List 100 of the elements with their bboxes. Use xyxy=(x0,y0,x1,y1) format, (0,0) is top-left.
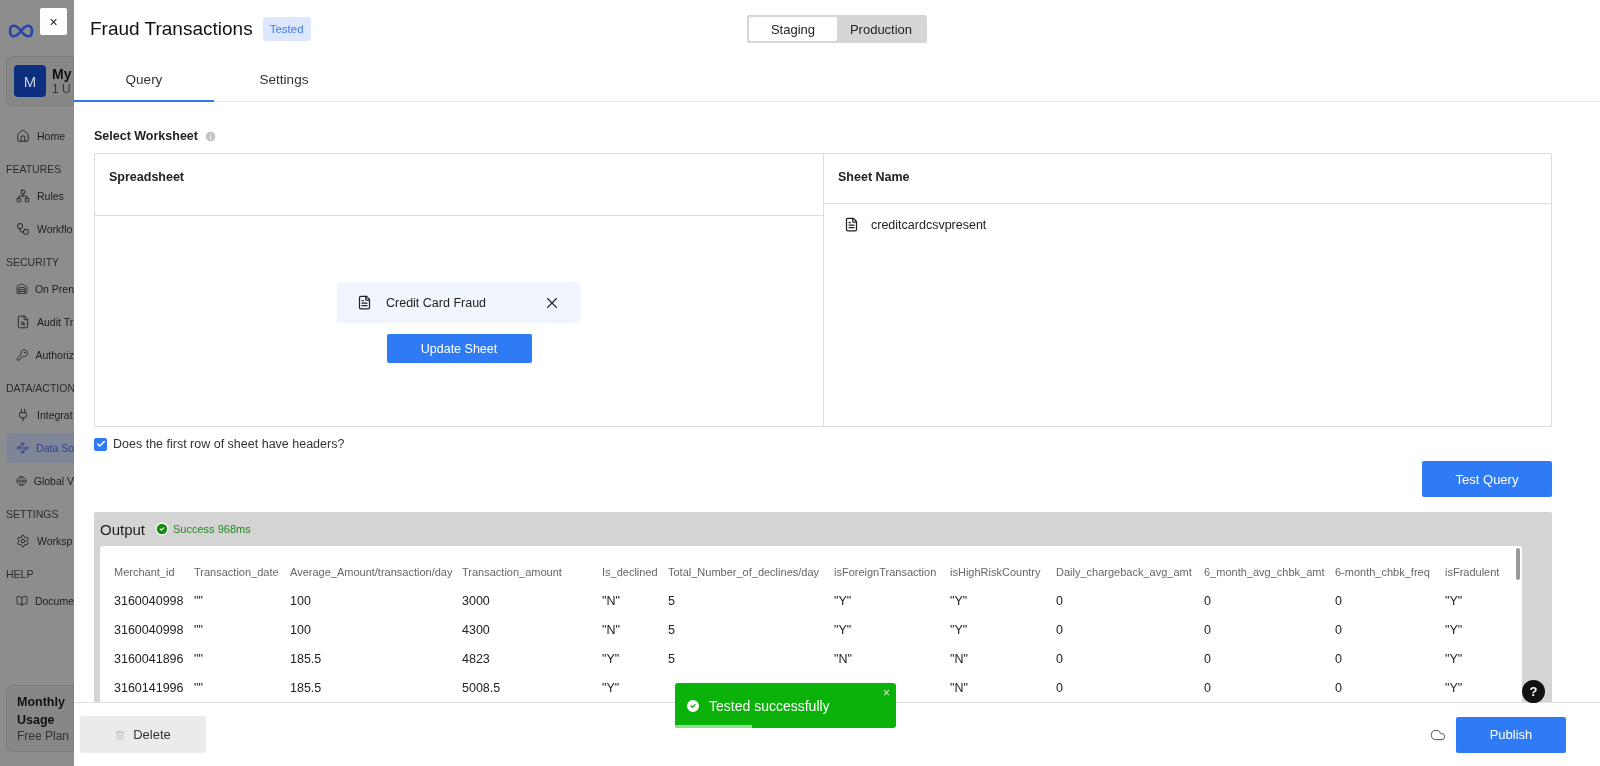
table-cell: "Y" xyxy=(834,615,950,644)
sidebar-item[interactable]: Rules xyxy=(6,181,74,211)
sidebar-item[interactable]: On Pren xyxy=(6,274,74,304)
table-cell-text: "Y" xyxy=(1445,621,1464,639)
table-cell: 0 xyxy=(1056,615,1204,644)
sidebar-item[interactable]: Docume xyxy=(6,586,74,616)
trash-icon xyxy=(115,729,126,740)
section-heading: SETTINGS xyxy=(6,508,60,520)
sidebar-label: Data So xyxy=(36,442,74,454)
key-icon xyxy=(16,348,29,362)
table-cell: 0 xyxy=(1335,644,1445,673)
column-header: Daily_chargeback_avg_amt xyxy=(1056,566,1204,586)
table-cell: 185.5 xyxy=(290,644,462,673)
update-sheet-button[interactable]: Update Sheet xyxy=(386,334,532,363)
column-header: Sheet Name xyxy=(838,170,910,184)
table-cell-text: "Y" xyxy=(1445,592,1464,610)
success-icon xyxy=(155,522,170,536)
table-cell: "N" xyxy=(950,644,1056,673)
workspace-card[interactable]: M My 1 U xyxy=(6,56,74,106)
table-cell: "Y" xyxy=(950,586,1056,615)
column-header: Spreadsheet xyxy=(109,170,185,184)
environment-option[interactable]: Production xyxy=(837,17,925,41)
table-cell: "Y" xyxy=(950,615,1056,644)
scrollbar[interactable] xyxy=(1516,548,1520,580)
sidebar-item[interactable]: Data So xyxy=(6,433,74,463)
table-cell-text: "Y" xyxy=(1445,679,1464,697)
table-cell: 5 xyxy=(668,586,834,615)
column-header: 6-month_chbk_freq xyxy=(1335,566,1445,586)
document-icon xyxy=(844,217,859,232)
success-icon xyxy=(685,697,701,714)
close-button[interactable]: × xyxy=(40,8,67,35)
test-query-button[interactable]: Test Query xyxy=(1422,461,1552,497)
usage-title: Monthly Usage xyxy=(17,694,66,729)
sidebar-label: Docume xyxy=(34,595,74,607)
sidebar-item[interactable]: Worksp xyxy=(6,526,74,556)
toast-message: Tested successfully xyxy=(709,697,830,714)
table-cell: 4823 xyxy=(462,644,602,673)
workspace-subtitle: 1 U xyxy=(52,82,72,96)
tab[interactable]: Settings xyxy=(214,58,354,102)
column-header: Average_Amount/transaction/day xyxy=(290,566,462,586)
logo-icon xyxy=(8,22,34,40)
column-header: Is_declined xyxy=(602,566,668,586)
table-cell: 3000 xyxy=(462,586,602,615)
table-cell: 5 xyxy=(668,644,834,673)
book-icon xyxy=(16,594,28,608)
table-cell: 5 xyxy=(668,615,834,644)
column-header: isHighRiskCountry xyxy=(950,566,1056,586)
sidebar-item[interactable]: Global V xyxy=(6,466,74,496)
section-heading: SECURITY xyxy=(6,256,61,268)
sidebar-item[interactable]: Integrat xyxy=(6,400,74,430)
table-cell: 0 xyxy=(1204,586,1335,615)
sidebar-item[interactable]: Home xyxy=(6,121,74,151)
sheet-name[interactable]: creditcardcsvpresent xyxy=(871,217,987,232)
section-heading: HELP xyxy=(6,568,35,580)
sidebar-label: Integrat xyxy=(37,409,73,421)
table-cell: "N" xyxy=(602,615,668,644)
publish-button[interactable]: Publish xyxy=(1456,716,1566,753)
plug-icon xyxy=(16,408,30,422)
column-header: 6_month_avg_chbk_amt xyxy=(1204,566,1335,586)
delete-button[interactable]: Delete xyxy=(80,716,206,753)
sidebar-item[interactable]: Authoriz xyxy=(6,340,74,370)
sidebar-label: Workflo xyxy=(37,223,73,235)
sidebar-item[interactable]: Workflo xyxy=(6,214,74,244)
table-cell: 100 xyxy=(290,615,462,644)
column-header: isForeignTransaction xyxy=(834,566,950,586)
environment-option[interactable]: Staging xyxy=(749,17,837,41)
table-cell: 3160040998 xyxy=(114,615,194,644)
column-header: Transaction_amount xyxy=(462,566,563,580)
output-title: Output xyxy=(100,520,146,538)
document-icon xyxy=(357,295,372,310)
table-cell: "" xyxy=(194,673,290,702)
headers-checkbox[interactable] xyxy=(94,437,107,451)
sidebar-label: Audit Tr xyxy=(37,316,74,328)
sidebar-item[interactable]: Audit Tr xyxy=(6,307,74,337)
section-heading: DATA/ACTION xyxy=(6,382,74,394)
sidebar-label: Authoriz xyxy=(35,349,74,361)
table-cell: 100 xyxy=(290,586,462,615)
table-cell: "" xyxy=(194,586,290,615)
table-cell: 185.5 xyxy=(290,673,462,702)
table-cell: 3160041896 xyxy=(114,644,194,673)
hierarchy-icon xyxy=(16,189,30,203)
page-title: Fraud Transactions xyxy=(90,18,253,40)
table-cell: 0 xyxy=(1204,644,1335,673)
table-cell: 0 xyxy=(1056,644,1204,673)
workspace-name: My xyxy=(52,66,72,82)
globe-icon xyxy=(16,474,27,488)
table-cell: "N" xyxy=(950,673,1056,702)
table-cell: 0 xyxy=(1204,673,1335,702)
status-badge: Tested xyxy=(262,17,311,41)
table-cell: 0 xyxy=(1335,615,1445,644)
sidebar-label: Worksp xyxy=(37,535,73,547)
workspace-avatar: M xyxy=(14,65,46,97)
hierarchy-icon xyxy=(16,441,30,455)
table-cell: "" xyxy=(194,644,290,673)
home-icon xyxy=(16,129,30,143)
tab[interactable]: Query xyxy=(74,58,214,102)
table-cell: "Y" xyxy=(834,586,950,615)
column-header: Merchant_id xyxy=(114,566,194,586)
table-cell: "" xyxy=(194,615,290,644)
column-header: Total_Number_of_declines/day xyxy=(668,566,834,586)
